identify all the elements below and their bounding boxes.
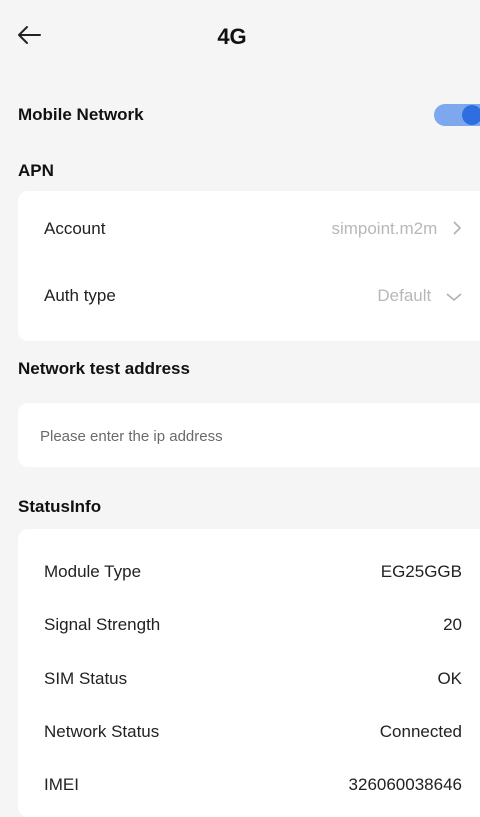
page-title: 4G <box>217 24 247 49</box>
imei-label: IMEI <box>44 775 79 794</box>
imei-value: 326060038646 <box>348 775 462 794</box>
sim-status-label: SIM Status <box>44 669 128 688</box>
module-type-row: Module Type EG25GGB <box>44 556 462 586</box>
module-type-label: Module Type <box>44 562 142 581</box>
account-value: simpoint.m2m <box>331 219 438 238</box>
header: 4G <box>0 0 480 72</box>
ip-address-input[interactable] <box>38 403 462 469</box>
chevron-right-icon <box>452 220 462 240</box>
signal-strength-value: 20 <box>443 615 462 634</box>
apn-section-label: APN <box>18 161 54 180</box>
imei-row: IMEI 326060038646 <box>44 769 462 799</box>
sim-status-value: OK <box>437 669 462 688</box>
status-info-card: Module Type EG25GGB Signal Strength 20 S… <box>18 529 480 817</box>
module-type-value: EG25GGB <box>380 562 462 581</box>
auth-type-value-wrap: Default <box>377 286 462 307</box>
network-status-label: Network Status <box>44 722 160 741</box>
account-label: Account <box>44 219 106 238</box>
network-test-label: Network test address <box>18 359 190 378</box>
chevron-down-icon <box>446 287 462 307</box>
apn-card: Account simpoint.m2m Auth type Default <box>18 191 480 341</box>
network-test-card <box>18 403 480 469</box>
network-status-value: Connected <box>379 722 462 741</box>
signal-strength-row: Signal Strength 20 <box>44 609 462 639</box>
status-info-label: StatusInfo <box>18 497 102 516</box>
signal-strength-label: Signal Strength <box>44 615 161 634</box>
network-status-row: Network Status Connected <box>44 716 462 746</box>
auth-type-row[interactable]: Auth type Default <box>44 280 462 310</box>
auth-type-label: Auth type <box>44 286 116 305</box>
sim-status-row: SIM Status OK <box>44 663 462 693</box>
auth-type-value: Default <box>377 286 432 305</box>
mobile-network-label: Mobile Network <box>18 105 144 124</box>
account-row[interactable]: Account simpoint.m2m <box>44 213 462 243</box>
mobile-network-toggle[interactable] <box>434 104 480 126</box>
toggle-knob <box>462 105 480 125</box>
account-value-wrap: simpoint.m2m <box>331 219 462 240</box>
settings-page: 4G Mobile Network APN Account simpoint.m… <box>0 0 480 817</box>
